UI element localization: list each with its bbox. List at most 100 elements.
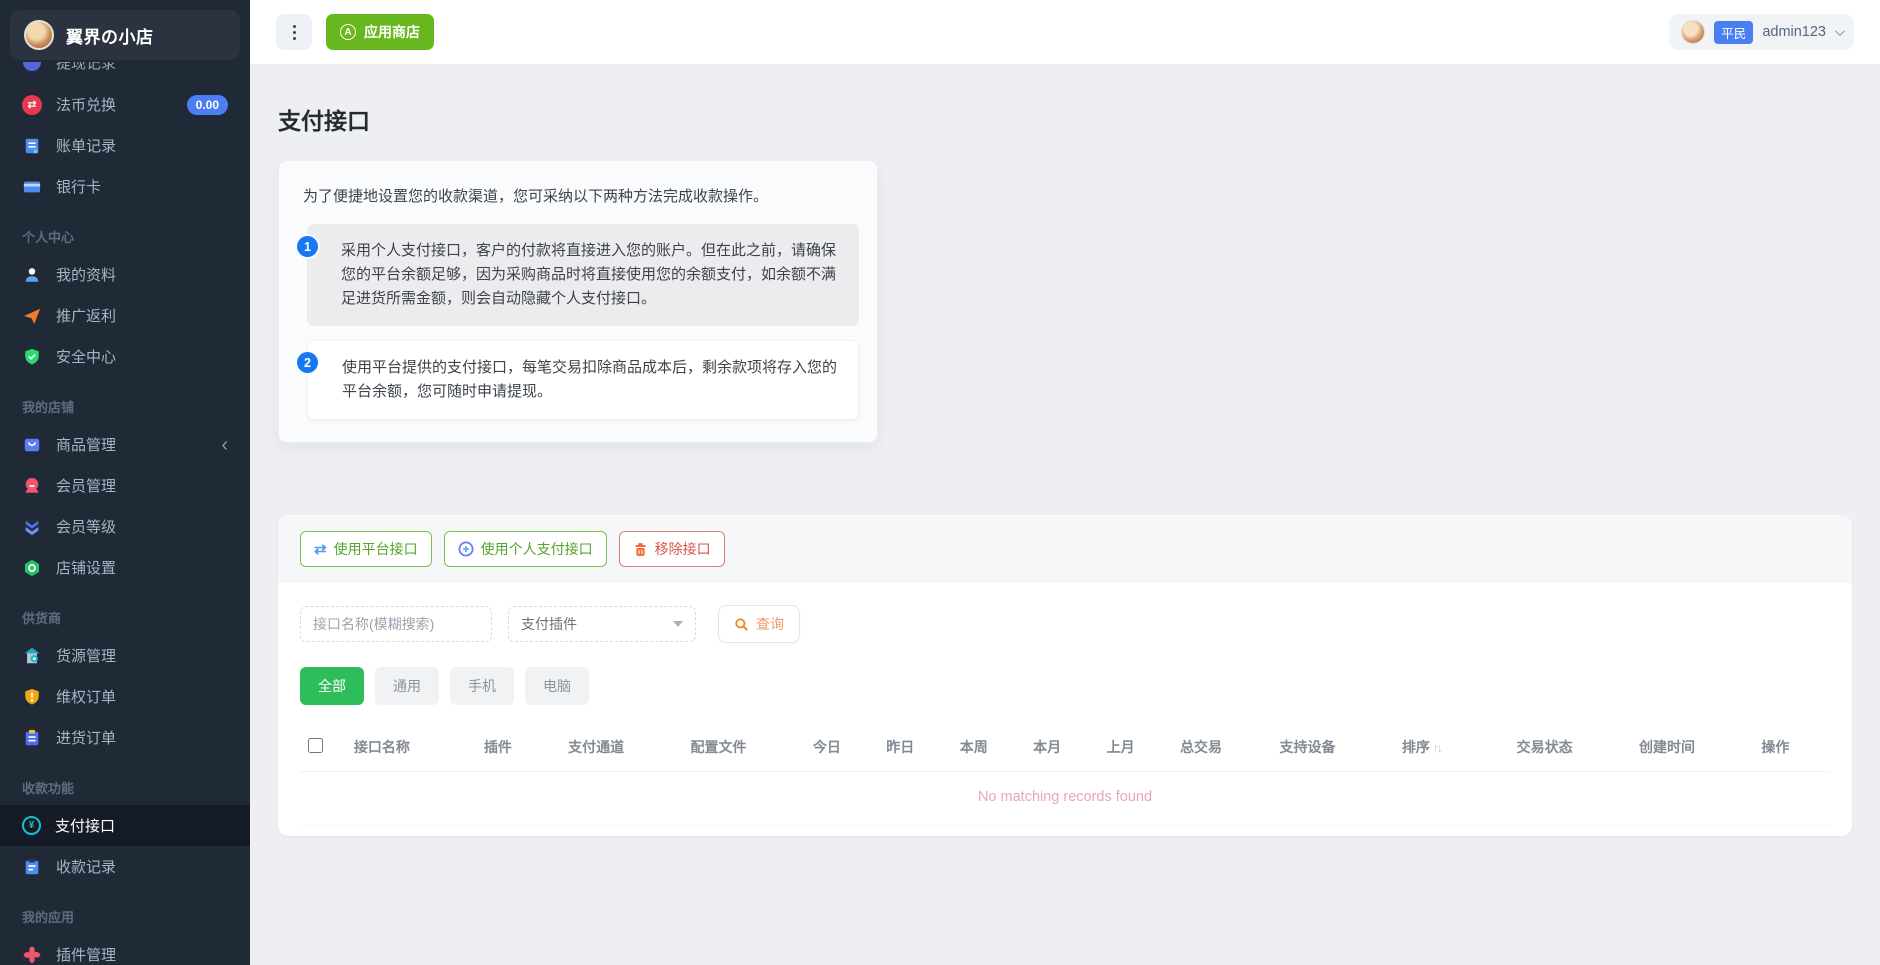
interface-name-input[interactable] [300,606,492,642]
shield-alert-icon [22,687,42,707]
step-1-badge: 1 [297,236,318,257]
sidebar: 翼界の小店 提现记录 ⇄ 法币兑换 0.00 账单记录 银行卡 个人中心 我的资… [0,0,250,965]
col-plugin: 插件 [476,723,560,772]
device-filter-chips: 全部 通用 手机 电脑 [300,667,1830,705]
app-store-icon: A [340,24,356,40]
sidebar-item-disputes[interactable]: 维权订单 [0,676,250,717]
col-this-week: 本周 [952,723,1025,772]
empty-message: No matching records found [300,772,1830,826]
sort-arrows-icon: ↑↓ [1433,741,1441,755]
sidebar-item-profile[interactable]: 我的资料 [0,254,250,295]
swap-arrows-icon: ⇄ [314,540,327,558]
app-logo: 翼界の小店 [10,10,240,60]
col-this-month: 本月 [1025,723,1098,772]
page-title: 支付接口 [278,102,1852,136]
select-all-cell [300,723,346,772]
col-last-month: 上月 [1099,723,1172,772]
page-content: 支付接口 为了便捷地设置您的收款渠道，您可采纳以下两种方法完成收款操作。 1 采… [250,64,1880,965]
topbar: A 应用商店 平民 admin123 [250,0,1880,64]
col-supported-devices: 支持设备 [1271,723,1393,772]
app-title: 翼界の小店 [66,23,154,48]
paper-plane-icon [22,306,42,326]
col-today: 今日 [805,723,878,772]
user-role-badge: 平民 [1714,21,1753,44]
exchange-icon: ⇄ [22,95,42,115]
search-row: 支付插件 查询 [300,605,1830,643]
interfaces-card: ⇄ 使用平台接口 使用个人支付接口 移除接口 支付插件 [278,515,1852,836]
sidebar-section-collection: 收款功能 [0,758,250,805]
receipt-icon [22,857,42,877]
warehouse-icon [22,646,42,666]
sidebar-item-member-levels[interactable]: 会员等级 [0,506,250,547]
clipboard-icon [22,728,42,748]
sidebar-section-supplier: 供货商 [0,588,250,635]
sidebar-item-shop-settings[interactable]: 店铺设置 [0,547,250,588]
user-menu[interactable]: 平民 admin123 [1669,14,1854,50]
col-actions: 操作 [1753,723,1830,772]
instructions-card: 为了便捷地设置您的收款渠道，您可采纳以下两种方法完成收款操作。 1 采用个人支付… [278,160,878,443]
chevron-down-icon [673,621,683,627]
sidebar-section-shop: 我的店铺 [0,377,250,424]
bank-card-icon [22,177,42,197]
menu-dots-button[interactable] [276,14,312,50]
sidebar-item-goods[interactable]: 商品管理 ‹ [0,424,250,465]
circle-plus-icon [458,541,474,557]
sidebar-item-members[interactable]: 会员管理 [0,465,250,506]
double-chevron-icon [22,517,42,537]
select-all-checkbox[interactable] [308,738,323,753]
col-yesterday: 昨日 [878,723,951,772]
use-personal-api-button[interactable]: 使用个人支付接口 [444,531,607,567]
sidebar-item-bill-records[interactable]: 账单记录 [0,125,250,166]
sidebar-item-referral[interactable]: 推广返利 [0,295,250,336]
instruction-step-1: 1 采用个人支付接口，客户的付款将直接进入您的账户。但在此之前，请确保您的平台余… [297,224,859,326]
instruction-step-2: 2 使用平台提供的支付接口，每笔交易扣除商品成本后，剩余款项将存入您的平台余额，… [297,340,859,420]
chevron-left-icon: ‹ [221,435,228,455]
wallet-icon [22,62,42,72]
app-avatar [24,20,54,50]
profile-icon [22,265,42,285]
app-store-button[interactable]: A 应用商店 [326,14,434,50]
query-button[interactable]: 查询 [718,605,800,643]
sidebar-item-payment-api[interactable]: ¥ 支付接口 [0,805,250,846]
step-1-text: 采用个人支付接口，客户的付款将直接进入您的账户。但在此之前，请确保您的平台余额足… [307,224,859,326]
pay-circle-icon: ¥ [22,816,41,835]
interfaces-toolbar: ⇄ 使用平台接口 使用个人支付接口 移除接口 [278,515,1852,583]
sidebar-item-security[interactable]: 安全中心 [0,336,250,377]
col-payment-channel: 支付通道 [560,723,682,772]
balance-badge: 0.00 [187,95,228,115]
sidebar-item-purchase-orders[interactable]: 进货订单 [0,717,250,758]
step-2-badge: 2 [297,352,318,373]
col-transaction-status: 交易状态 [1509,723,1631,772]
sidebar-nav: 提现记录 ⇄ 法币兑换 0.00 账单记录 银行卡 个人中心 我的资料 推广返利… [0,62,250,965]
filter-desktop[interactable]: 电脑 [525,667,589,705]
sidebar-section-personal: 个人中心 [0,207,250,254]
user-avatar [1681,20,1705,44]
remove-api-button[interactable]: 移除接口 [619,531,725,567]
use-platform-api-button[interactable]: ⇄ 使用平台接口 [300,531,432,567]
sidebar-item-currency-exchange[interactable]: ⇄ 法币兑换 0.00 [0,84,250,125]
sidebar-item-collection-records[interactable]: 收款记录 [0,846,250,887]
filter-all[interactable]: 全部 [300,667,364,705]
payment-plugin-select[interactable]: 支付插件 [508,606,696,642]
sidebar-section-apps: 我的应用 [0,887,250,934]
col-config-file: 配置文件 [682,723,804,772]
col-interface-name: 接口名称 [346,723,476,772]
filter-mobile[interactable]: 手机 [450,667,514,705]
hexagon-gear-icon [22,558,42,578]
col-sort[interactable]: 排序↑↓ [1394,723,1509,772]
sidebar-item-plugins[interactable]: 插件管理 [0,934,250,965]
sidebar-item-clipped[interactable]: 提现记录 [0,62,250,84]
trash-icon [633,542,648,557]
col-total-transactions: 总交易 [1172,723,1271,772]
search-icon [734,617,749,632]
sidebar-item-supply[interactable]: 货源管理 [0,635,250,676]
instructions-intro: 为了便捷地设置您的收款渠道，您可采纳以下两种方法完成收款操作。 [297,185,859,224]
main-area: A 应用商店 平民 admin123 支付接口 为了便捷地设置您的收款渠道，您可… [250,0,1880,965]
sidebar-item-bank-card[interactable]: 银行卡 [0,166,250,207]
interfaces-table: 接口名称 插件 支付通道 配置文件 今日 昨日 本周 本月 上月 总交易 支持设… [300,723,1830,826]
shield-icon [22,347,42,367]
table-header-row: 接口名称 插件 支付通道 配置文件 今日 昨日 本周 本月 上月 总交易 支持设… [300,723,1830,772]
member-icon [22,476,42,496]
interfaces-body: 支付插件 查询 全部 通用 手机 电脑 [278,583,1852,836]
filter-universal[interactable]: 通用 [375,667,439,705]
